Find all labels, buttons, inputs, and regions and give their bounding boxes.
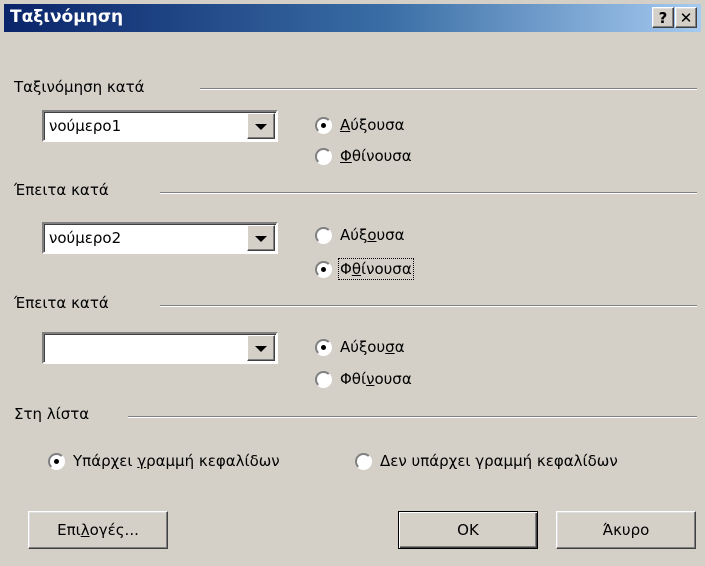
sort-by-ascending-label: Αύξουσα: [340, 116, 405, 134]
then-by-1-divider: [160, 192, 697, 194]
sort-by-descending-label: Φθίνουσα: [340, 147, 412, 165]
no-header-row-label: Δεν υπάρχει γραμμή κεφαλίδων: [380, 452, 618, 470]
list-divider: [128, 416, 697, 418]
sort-dialog: Ταξινόμηση ? ✕ Ταξινόμηση κατά νούμερο1 …: [0, 0, 705, 566]
help-button[interactable]: ?: [652, 7, 674, 28]
then-by-1-combo-value: νούμερο2: [49, 229, 122, 247]
then-by-2-combo[interactable]: [42, 332, 278, 364]
then-by-1-label: Έπειτα κατά: [14, 181, 109, 199]
chevron-down-icon[interactable]: [247, 225, 275, 251]
then-by-2-label: Έπειτα κατά: [14, 294, 109, 312]
options-button[interactable]: Επιλογές...: [28, 511, 168, 549]
radio-circle-icon: [315, 227, 332, 244]
radio-dot-icon: [321, 267, 326, 272]
chevron-down-icon[interactable]: [247, 335, 275, 361]
sort-by-label: Ταξινόμηση κατά: [14, 78, 145, 96]
radio-dot-icon: [54, 459, 59, 464]
sort-by-combo-value: νούμερο1: [49, 117, 122, 135]
radio-dot-icon: [321, 123, 326, 128]
then-by-1-combo[interactable]: νούμερο2: [42, 222, 278, 254]
radio-circle-icon: [315, 339, 332, 356]
radio-circle-icon: [48, 453, 65, 470]
chevron-down-icon[interactable]: [247, 113, 275, 139]
radio-circle-icon: [355, 453, 372, 470]
radio-dot-icon: [321, 345, 326, 350]
radio-circle-icon: [315, 117, 332, 134]
then-by-1-descending-label: Φθίνουσα: [338, 258, 414, 280]
radio-circle-icon: [315, 261, 332, 278]
header-row-label: Υπάρχει γραμμή κεφαλίδων: [73, 452, 280, 470]
sort-by-divider: [200, 88, 697, 90]
list-label: Στη λίστα: [14, 405, 90, 423]
cancel-button[interactable]: Άκυρο: [556, 511, 696, 549]
then-by-2-divider: [160, 305, 697, 307]
ok-button[interactable]: OK: [398, 511, 538, 549]
radio-circle-icon: [315, 371, 332, 388]
then-by-2-descending-label: Φθίνουσα: [340, 370, 412, 388]
close-button[interactable]: ✕: [675, 7, 697, 28]
sort-by-combo[interactable]: νούμερο1: [42, 110, 278, 142]
then-by-2-ascending-label: Αύξουσα: [340, 338, 405, 356]
radio-circle-icon: [315, 148, 332, 165]
title-bar: Ταξινόμηση ? ✕: [4, 4, 701, 32]
dialog-title: Ταξινόμηση: [10, 7, 124, 27]
then-by-1-ascending-label: Αύξουσα: [340, 226, 405, 244]
